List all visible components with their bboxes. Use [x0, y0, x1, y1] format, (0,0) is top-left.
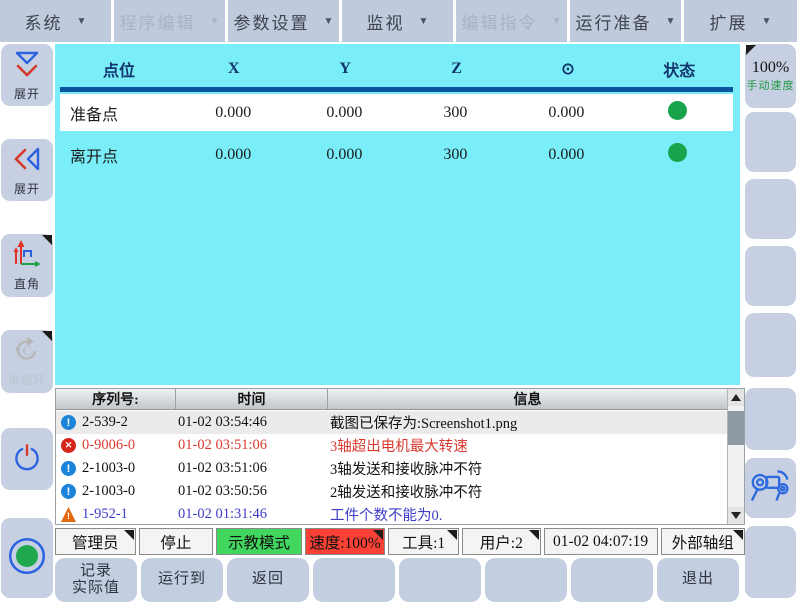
info-icon [61, 415, 76, 430]
chevron-down-icon: ▼ [324, 16, 334, 27]
menu-parameter-settings[interactable]: 参数设置▼ [228, 0, 339, 42]
chevron-down-icon: ▼ [210, 16, 220, 27]
chevrons-left-icon [12, 144, 42, 179]
log-col-message: 信息 [328, 389, 727, 409]
record-start-button[interactable] [1, 518, 53, 598]
top-menu-bar: 系统▼ 程序编辑▼ 参数设置▼ 监视▼ 编辑指令▼ 运行准备▼ 扩展▼ [0, 0, 797, 42]
menu-system[interactable]: 系统▼ [0, 0, 111, 42]
robot-arm-button[interactable] [745, 458, 796, 518]
softkey-7[interactable] [571, 558, 653, 602]
point-table-header: 点位 X Y Z ⊙ 状态 [60, 52, 735, 86]
log-row[interactable]: 0-9006-0 01-02 03:51:06 3轴超出电机最大转速 [56, 434, 727, 457]
log-col-serial: 序列号: [56, 389, 176, 409]
menu-run-preparation[interactable]: 运行准备▼ [570, 0, 681, 42]
triangle-down-icon [731, 512, 741, 519]
cartesian-mode-button[interactable]: 直角 [1, 234, 53, 297]
status-dot-green [668, 143, 687, 162]
menu-monitor[interactable]: 监视▼ [342, 0, 453, 42]
log-row[interactable]: 1-952-1 01-02 01:31:46 工件个数不能为0. [56, 503, 727, 526]
log-row[interactable]: 2-539-2 01-02 03:54:46 截图已保存为:Screenshot… [56, 411, 727, 434]
speed-label: 手动速度 [747, 77, 795, 93]
menu-edit-instructions: 编辑指令▼ [456, 0, 567, 42]
softkey-5[interactable] [399, 558, 481, 602]
warning-icon [61, 507, 76, 522]
status-tool[interactable]: 工具:1 [388, 528, 459, 555]
point-row-depart[interactable]: 离开点 0.000 0.000 300 0.000 [60, 136, 733, 173]
scroll-down-button[interactable] [728, 507, 744, 524]
scroll-up-button[interactable] [728, 389, 744, 406]
right-softkey-5[interactable] [745, 313, 796, 377]
col-header-x: X [178, 60, 289, 78]
chevrons-down-icon [12, 49, 42, 84]
log-col-time: 时间 [176, 389, 328, 409]
event-log: 序列号: 时间 信息 2-539-2 01-02 03:54:46 截图已保存为… [55, 388, 745, 525]
info-icon [61, 484, 76, 499]
exit-button[interactable]: 退出 [657, 558, 739, 602]
menu-program-edit: 程序编辑▼ [114, 0, 225, 42]
robot-arm-icon [749, 466, 793, 511]
chevron-down-icon: ▼ [666, 16, 676, 27]
manual-speed-button[interactable]: 100% 手动速度 [745, 44, 796, 108]
status-user-frame[interactable]: 用户:2 [462, 528, 541, 555]
status-external-axis-group[interactable]: 外部轴组 [661, 528, 745, 555]
run-to-button[interactable]: 运行到 [141, 558, 223, 602]
single-cycle-button: C 单循环 [1, 330, 53, 393]
expand-left-button[interactable]: 展开 [1, 139, 53, 201]
right-softkey-3[interactable] [745, 179, 796, 239]
menu-expand[interactable]: 扩展▼ [684, 0, 797, 42]
col-header-status: 状态 [624, 57, 735, 81]
status-dot-green [668, 101, 687, 120]
status-bar: 管理员 停止 示教模式 速度:100% 工具:1 用户:2 01-02 04:0… [55, 528, 745, 555]
record-icon [6, 535, 48, 582]
log-row[interactable]: 2-1003-0 01-02 03:50:56 2轴发送和接收脉冲不符 [56, 480, 727, 503]
log-scrollbar[interactable] [727, 389, 744, 524]
chevron-down-icon: ▼ [77, 16, 87, 27]
right-softkey-2[interactable] [745, 112, 796, 172]
single-cycle-icon: C [12, 335, 42, 370]
point-table-panel: 点位 X Y Z ⊙ 状态 准备点 0.000 0.000 300 0.000 … [55, 44, 740, 385]
softkey-6[interactable] [485, 558, 567, 602]
col-header-y: Y [290, 60, 401, 78]
cartesian-axes-icon [12, 239, 42, 274]
chevron-down-icon: ▼ [552, 16, 562, 27]
svg-text:C: C [23, 343, 32, 358]
return-button[interactable]: 返回 [227, 558, 309, 602]
status-clock: 01-02 04:07:19 [544, 528, 658, 555]
error-icon [61, 438, 76, 453]
col-header-z: Z [401, 60, 512, 78]
right-softkey-4[interactable] [745, 246, 796, 306]
softkey-4[interactable] [313, 558, 395, 602]
scrollbar-thumb[interactable] [728, 411, 744, 445]
log-row[interactable]: 2-1003-0 01-02 03:51:06 3轴发送和接收脉冲不符 [56, 457, 727, 480]
log-header: 序列号: 时间 信息 [56, 389, 727, 410]
right-softkey-8[interactable] [745, 526, 796, 598]
power-button[interactable] [1, 428, 53, 490]
status-user-role[interactable]: 管理员 [55, 528, 136, 555]
status-speed[interactable]: 速度:100% [305, 528, 386, 555]
header-divider [60, 87, 733, 92]
right-softkey-6[interactable] [745, 388, 796, 450]
power-icon [11, 441, 43, 478]
status-teach-mode: 示教模式 [216, 528, 301, 555]
triangle-up-icon [731, 394, 741, 401]
info-icon [61, 461, 76, 476]
expand-down-button[interactable]: 展开 [1, 44, 53, 106]
status-run-state: 停止 [139, 528, 214, 555]
record-actual-value-button[interactable]: 记录 实际值 [55, 558, 137, 602]
point-row-prepare[interactable]: 准备点 0.000 0.000 300 0.000 [60, 94, 733, 131]
chevron-down-icon: ▼ [419, 16, 429, 27]
speed-value: 100% [752, 59, 789, 77]
col-header-point: 点位 [60, 57, 178, 81]
chevron-down-icon: ▼ [762, 16, 772, 27]
col-header-rotation: ⊙ [512, 59, 623, 79]
